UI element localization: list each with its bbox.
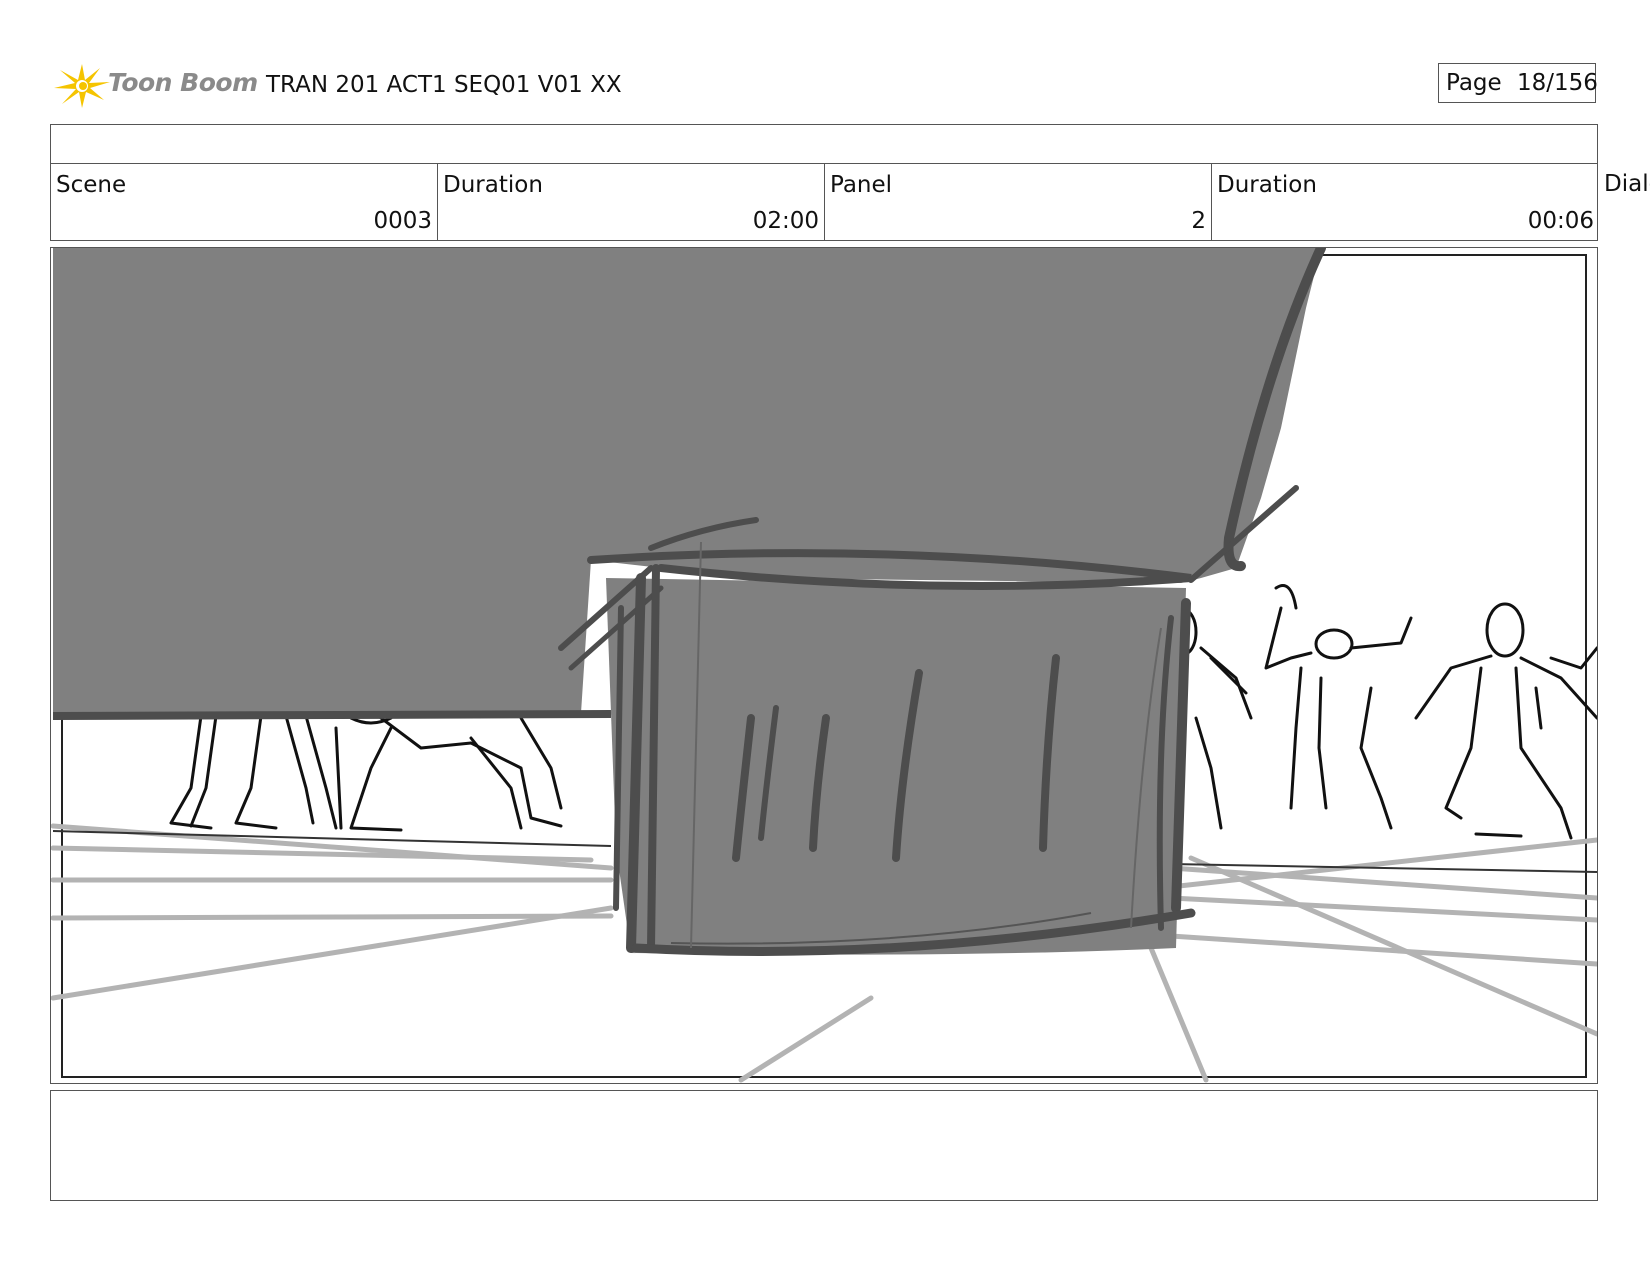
panel-label: Panel bbox=[830, 172, 893, 198]
scene-duration-label: Duration bbox=[443, 172, 543, 198]
page-number: 18/156 bbox=[1517, 70, 1598, 96]
logo-wordmark: Toon Boom bbox=[108, 68, 258, 97]
storyboard-panel bbox=[50, 247, 1598, 1084]
scene-cell: Scene 0003 bbox=[51, 164, 438, 240]
scene-duration-value: 02:00 bbox=[752, 208, 819, 234]
panel-info-row: Scene 0003 Duration 02:00 Panel 2 Durati… bbox=[50, 163, 1598, 241]
toon-boom-logo: Toon Boom bbox=[52, 58, 258, 112]
scene-duration-cell: Duration 02:00 bbox=[438, 164, 825, 240]
storyboard-sketch bbox=[51, 248, 1597, 1083]
notes-box bbox=[50, 1090, 1598, 1201]
panel-value: 2 bbox=[1191, 208, 1206, 234]
header-strip bbox=[50, 124, 1598, 164]
scene-label: Scene bbox=[56, 172, 127, 198]
document-title: TRAN 201 ACT1 SEQ01 V01 XX bbox=[266, 72, 622, 98]
dialog-label: Dialo bbox=[1604, 171, 1650, 197]
panel-duration-value: 00:06 bbox=[1527, 208, 1594, 234]
panel-duration-cell: Duration 00:06 bbox=[1212, 164, 1599, 240]
star-burst-icon bbox=[54, 64, 110, 108]
page-label: Page bbox=[1446, 70, 1502, 96]
panel-duration-label: Duration bbox=[1217, 172, 1317, 198]
page-indicator: Page 18/156 bbox=[1438, 63, 1598, 103]
scene-value: 0003 bbox=[373, 208, 432, 234]
panel-cell: Panel 2 bbox=[825, 164, 1212, 240]
